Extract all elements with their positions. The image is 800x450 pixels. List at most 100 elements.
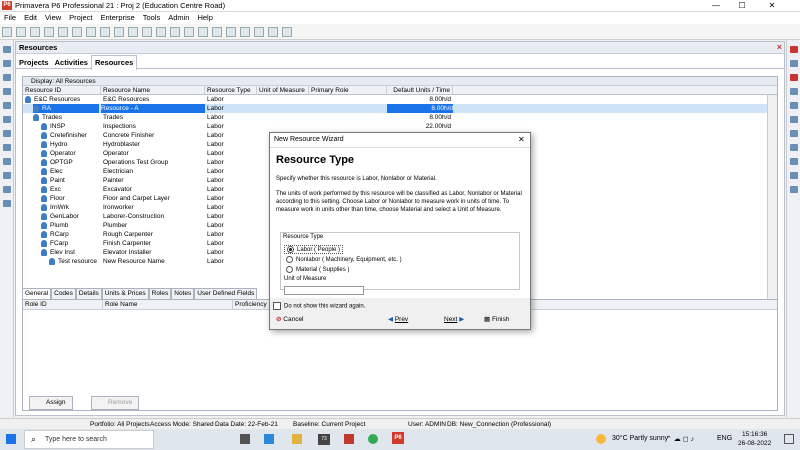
menu-project[interactable]: Project [65,12,96,24]
table-row[interactable]: Trades Trades Labor 8.00h/d [23,113,769,122]
col-resource-name[interactable]: Resource Name [101,86,205,95]
menu-enterprise[interactable]: Enterprise [97,12,139,24]
prev-button[interactable]: ◀ Prev [388,313,408,326]
tab-udf[interactable]: User Defined Fields [194,288,258,299]
redo-icon[interactable] [86,27,96,37]
activities-icon[interactable] [3,74,11,81]
weather-text[interactable]: 30°C Partly sunny [612,435,668,442]
level-icon[interactable] [226,27,236,37]
unit-of-measure-field[interactable] [284,286,364,295]
print-preview-icon[interactable] [16,27,26,37]
chrome-icon[interactable] [368,434,378,444]
col-role-id[interactable]: Role ID [23,300,103,310]
remove-button[interactable]: Remove [91,396,140,410]
option-material[interactable]: Material ( Supplies ) [284,266,351,273]
assign-button[interactable]: Assign [29,396,73,410]
windows-start-icon[interactable] [6,434,16,444]
table-row[interactable]: RA Resource - A Labor 8.00h/d [23,104,769,113]
col-role-name[interactable]: Role Name [103,300,233,310]
arrow-up-icon[interactable] [790,144,798,151]
paste-icon[interactable] [58,27,68,37]
table-row[interactable]: E&C Resources E&C Resources Labor 8.00h/d [23,95,769,104]
filter-icon[interactable] [128,27,138,37]
col-resource-id[interactable]: Resource ID [23,86,101,95]
issues-icon[interactable] [3,158,11,165]
col-default-units[interactable]: Default Units / Time [387,86,453,95]
work-products-icon[interactable] [3,200,11,207]
globe-icon[interactable] [268,27,278,37]
help-icon[interactable] [282,27,292,37]
columns-icon[interactable] [114,27,124,37]
cancel-button[interactable]: ⊘ Cancel [276,313,304,326]
store-icon[interactable] [240,27,250,37]
next-button[interactable]: Next ▶ [444,313,464,326]
roles-icon[interactable] [3,102,11,109]
group-icon[interactable] [142,27,152,37]
dont-show-checkbox[interactable]: Do not show this wizard again. [273,302,365,310]
expenses-icon[interactable] [3,116,11,123]
copy-icon[interactable] [44,27,54,37]
resources-icon[interactable] [3,88,11,95]
clock-date[interactable]: 26-08-2022 [738,440,771,447]
wbs-icon[interactable] [3,60,11,67]
zoom-out-icon[interactable] [170,27,180,37]
badge-icon[interactable]: 73 [318,434,330,445]
tracking-icon[interactable] [3,130,11,137]
taskbar-search-box[interactable]: ⌕ Type here to search [24,430,154,449]
table-icon[interactable] [184,27,194,37]
tab-projects[interactable]: Projects [16,56,52,70]
arrow-down-icon[interactable] [790,158,798,165]
vivaldi-icon[interactable] [344,434,354,444]
p6-taskbar-icon[interactable]: P6 [392,432,404,444]
chart-icon[interactable] [198,27,208,37]
menu-tools[interactable]: Tools [139,12,165,24]
close-icon[interactable]: × [777,42,782,52]
cut-icon[interactable] [30,27,40,37]
finish-button[interactable]: ▦ Finish [484,313,509,326]
menu-view[interactable]: View [41,12,65,24]
projects-icon[interactable] [3,46,11,53]
arrow-right-icon[interactable] [790,186,798,193]
edge-icon[interactable] [264,434,274,444]
menu-admin[interactable]: Admin [164,12,193,24]
filter-bar[interactable]: Display: All Resources [23,77,777,86]
tab-general[interactable]: General [22,288,52,299]
delete-icon[interactable] [790,74,798,81]
tab-roles[interactable]: Roles [148,288,172,299]
zoom-in-icon[interactable] [156,27,166,37]
minimize-button[interactable]: — [704,0,728,12]
option-nonlabor[interactable]: Nonlabor ( Machinery, Equipment, etc. ) [284,256,404,263]
schedule-icon[interactable] [212,27,222,37]
col-unit-of-measure[interactable]: Unit of Measure [257,86,309,95]
undo-icon[interactable] [72,27,82,37]
clock-time[interactable]: 15:16:36 [742,431,767,438]
calc-icon[interactable] [254,27,264,37]
tab-details[interactable]: Details [75,288,102,299]
tab-units-prices[interactable]: Units & Prices [101,288,149,299]
vertical-scrollbar[interactable] [767,95,777,312]
layout-icon[interactable] [100,27,110,37]
col-primary-role[interactable]: Primary Role [309,86,387,95]
menu-edit[interactable]: Edit [20,12,41,24]
paste-icon[interactable] [790,116,798,123]
arrow-left-icon[interactable] [790,172,798,179]
tab-notes[interactable]: Notes [171,288,195,299]
find-icon[interactable] [790,130,798,137]
language-indicator[interactable]: ENG [717,435,732,442]
menu-file[interactable]: File [0,12,20,24]
tab-resources[interactable]: Resources [90,55,138,70]
close-icon[interactable] [790,46,798,53]
task-view-icon[interactable] [240,434,250,444]
notification-icon[interactable] [784,434,794,444]
col-resource-type[interactable]: Resource Type [205,86,257,95]
copy-icon[interactable] [790,102,798,109]
print-icon[interactable] [2,27,12,37]
tab-activities[interactable]: Activities [52,56,91,70]
tab-codes[interactable]: Codes [51,288,76,299]
menu-help[interactable]: Help [193,12,216,24]
risks-icon[interactable] [3,172,11,179]
add-icon[interactable] [790,60,798,67]
file-explorer-icon[interactable] [292,434,302,444]
maximize-button[interactable]: ☐ [730,0,754,12]
cut-icon[interactable] [790,88,798,95]
